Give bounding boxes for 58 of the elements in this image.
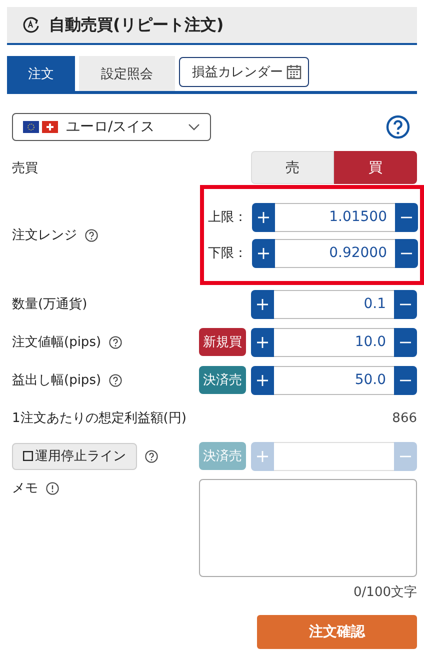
minus-icon <box>401 216 412 218</box>
minus-button[interactable] <box>395 202 418 232</box>
minus-icon <box>400 454 411 458</box>
number-field[interactable]: 50.0 <box>274 366 394 394</box>
minus-button[interactable] <box>394 366 417 394</box>
minus-button[interactable] <box>394 328 417 356</box>
plus-button[interactable] <box>252 202 275 232</box>
plus-icon <box>258 248 269 258</box>
swiss-flag-icon <box>42 121 58 133</box>
sell-button[interactable]: 売 <box>251 151 334 184</box>
field-label: 1注文あたりの想定利益額(円) <box>12 410 186 427</box>
number-field[interactable] <box>274 442 394 470</box>
field-label: 数量(万通貨) <box>12 296 88 313</box>
field-label: 注文レンジ <box>12 227 77 244</box>
eu-flag-icon <box>23 121 39 133</box>
tab[interactable]: 損益カレンダー <box>179 57 309 87</box>
plus-icon <box>257 336 268 348</box>
tab[interactable]: 注文 <box>7 56 75 91</box>
calendar-icon <box>286 64 302 80</box>
help-icon[interactable] <box>386 115 410 139</box>
tab[interactable]: 設定照会 <box>79 56 175 91</box>
minus-icon <box>400 378 411 382</box>
memo-field[interactable] <box>199 479 417 577</box>
side-tag: 決済売 <box>199 442 246 470</box>
field-label: 注文値幅(pips) <box>12 334 102 351</box>
field-label: メモ <box>12 480 38 497</box>
profit-value: 866 <box>392 410 417 426</box>
side-tag: 新規買 <box>199 328 246 356</box>
window-title: 自動売買(リピート注文) <box>49 14 224 36</box>
plus-button[interactable] <box>251 366 274 394</box>
number-field[interactable]: 0.1 <box>274 290 394 318</box>
minus-icon <box>400 302 411 306</box>
plus-icon <box>257 298 268 310</box>
number-field[interactable]: 0.92000 <box>275 238 395 268</box>
limit-label: 上限： <box>208 209 247 226</box>
field-label: 益出し幅(pips) <box>12 372 102 389</box>
plus-button[interactable] <box>251 328 274 356</box>
buy-button[interactable]: 買 <box>334 151 417 184</box>
auto-refresh-icon <box>21 15 41 35</box>
minus-icon <box>401 252 412 254</box>
help-icon <box>85 228 98 242</box>
plus-icon <box>258 212 269 222</box>
minus-button[interactable] <box>395 238 418 268</box>
chevron-down-icon <box>188 123 200 131</box>
plus-button[interactable] <box>252 238 275 268</box>
character-counter: 0/100文字 <box>354 584 417 601</box>
plus-button[interactable] <box>251 290 274 318</box>
currency-select[interactable]: ユーロ/スイス <box>12 113 211 141</box>
number-field[interactable]: 1.01500 <box>275 202 395 232</box>
field-label: 売買 <box>12 160 38 176</box>
plus-icon <box>257 374 268 386</box>
limit-label: 下限： <box>208 245 247 262</box>
info-icon <box>46 482 59 494</box>
minus-button[interactable] <box>394 290 417 318</box>
number-field[interactable]: 10.0 <box>274 328 394 356</box>
minus-icon <box>400 340 411 344</box>
side-tag: 決済売 <box>199 366 246 394</box>
plus-icon <box>257 450 268 462</box>
